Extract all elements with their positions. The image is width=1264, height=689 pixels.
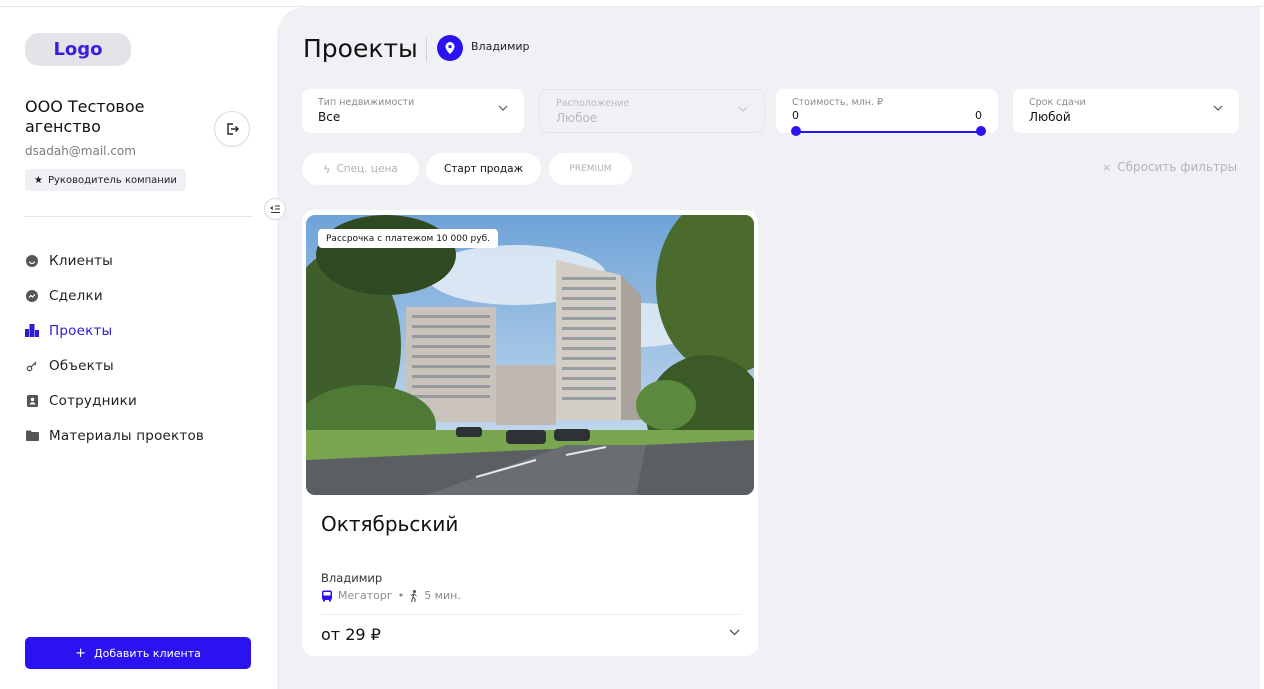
sale-start-chip[interactable]: Старт продаж bbox=[426, 153, 541, 185]
property-type-filter[interactable]: Тип недвижимости Все bbox=[302, 89, 524, 133]
add-client-button[interactable]: + Добавить клиента bbox=[25, 637, 251, 669]
agency-name: ООО Тестовое агенство bbox=[25, 97, 145, 136]
sidebar-item-label: Сделки bbox=[49, 287, 103, 304]
dot-separator: • bbox=[397, 589, 405, 602]
page-title: Проекты bbox=[303, 34, 418, 63]
clients-icon bbox=[25, 254, 39, 268]
chip-label: PREMIUM bbox=[569, 164, 612, 174]
price-filter[interactable]: Стоимость, млн. ₽ 0 0 bbox=[776, 89, 998, 136]
user-email: dsadah@mail.com bbox=[25, 144, 136, 158]
project-price: от 29 ₽ bbox=[321, 625, 381, 644]
title-divider bbox=[426, 38, 427, 62]
reset-label: Сбросить фильтры bbox=[1117, 160, 1238, 174]
chevron-down-icon[interactable] bbox=[729, 629, 740, 636]
sidebar-item-label: Клиенты bbox=[49, 252, 114, 269]
price-max-handle[interactable] bbox=[976, 126, 986, 136]
sidebar-item-materials[interactable]: Материалы проектов bbox=[25, 418, 265, 453]
lightning-icon: ϟ bbox=[323, 162, 331, 176]
special-price-chip[interactable]: ϟ Спец. цена bbox=[302, 153, 419, 185]
price-min-handle[interactable] bbox=[791, 126, 801, 136]
chip-label: Старт продаж bbox=[443, 163, 524, 175]
sidebar-item-label: Объекты bbox=[49, 357, 114, 374]
location-pin-button[interactable] bbox=[437, 35, 463, 61]
plus-icon: + bbox=[75, 645, 87, 661]
logout-icon bbox=[227, 123, 239, 135]
main-content: Проекты Владимир Тип недвижимости Все Ра… bbox=[277, 7, 1260, 689]
chevron-down-icon bbox=[498, 105, 508, 111]
logout-button[interactable] bbox=[214, 111, 250, 147]
filter-label: Тип недвижимости bbox=[318, 97, 415, 108]
chevron-down-icon bbox=[738, 106, 748, 112]
premium-chip[interactable]: PREMIUM bbox=[549, 153, 632, 185]
project-photo bbox=[306, 215, 754, 495]
sidebar-item-label: Сотрудники bbox=[49, 392, 137, 409]
chip-label: Спец. цена bbox=[336, 163, 398, 175]
project-metro: Мегаторг • 5 мин. bbox=[321, 589, 461, 602]
sidebar-item-label: Материалы проектов bbox=[49, 427, 205, 444]
projects-icon bbox=[25, 324, 39, 338]
collapse-icon bbox=[270, 204, 280, 213]
price-range-values: 0 0 bbox=[792, 109, 982, 122]
badge-icon bbox=[25, 394, 39, 408]
location-filter: Расположение Любое bbox=[539, 89, 765, 133]
filter-label: Срок сдачи bbox=[1029, 97, 1086, 108]
role-label: Руководитель компании bbox=[47, 174, 177, 186]
add-client-label: Добавить клиента bbox=[94, 646, 201, 660]
walking-icon bbox=[410, 589, 418, 602]
reset-filters-button[interactable]: × Сбросить фильтры bbox=[1102, 160, 1237, 174]
deals-icon bbox=[25, 289, 39, 303]
card-divider bbox=[321, 614, 742, 615]
project-city: Владимир bbox=[321, 571, 383, 585]
price-min: 0 bbox=[792, 109, 799, 122]
star-icon: ★ bbox=[34, 174, 43, 186]
filter-label: Стоимость, млн. ₽ bbox=[792, 97, 884, 108]
collapse-sidebar-button[interactable] bbox=[264, 198, 286, 220]
logo[interactable]: Logo bbox=[25, 33, 131, 66]
sidebar: Logo ООО Тестовое агенство dsadah@mail.c… bbox=[0, 7, 277, 689]
project-image bbox=[306, 215, 754, 495]
filter-value: Любое bbox=[556, 111, 598, 125]
chevron-down-icon bbox=[1213, 105, 1223, 111]
sidebar-item-employees[interactable]: Сотрудники bbox=[25, 383, 265, 418]
sidebar-nav: Клиенты Сделки Проекты Объекты Сотрудник… bbox=[25, 243, 265, 453]
walk-time: 5 мин. bbox=[424, 589, 461, 602]
sidebar-divider bbox=[25, 216, 253, 217]
city-selector[interactable]: Владимир bbox=[471, 40, 530, 53]
project-title[interactable]: Октябрьский bbox=[321, 512, 458, 536]
filter-value: Все bbox=[318, 110, 341, 124]
price-max: 0 bbox=[975, 109, 982, 122]
key-icon bbox=[25, 359, 39, 373]
sidebar-item-deals[interactable]: Сделки bbox=[25, 278, 265, 313]
price-range-track bbox=[795, 131, 981, 133]
filter-value: Любой bbox=[1029, 110, 1071, 124]
sidebar-item-projects[interactable]: Проекты bbox=[25, 313, 265, 348]
sidebar-item-clients[interactable]: Клиенты bbox=[25, 243, 265, 278]
role-badge: ★ Руководитель компании bbox=[25, 169, 186, 191]
sidebar-item-label: Проекты bbox=[49, 322, 113, 339]
close-icon: × bbox=[1102, 160, 1112, 174]
bus-icon bbox=[322, 590, 332, 601]
deadline-filter[interactable]: Срок сдачи Любой bbox=[1013, 89, 1239, 133]
installment-badge: Рассрочка с платежом 10 000 руб. bbox=[318, 229, 498, 248]
project-card[interactable]: Рассрочка с платежом 10 000 руб. Октябрь… bbox=[302, 210, 758, 656]
folder-icon bbox=[25, 429, 39, 443]
location-pin-icon bbox=[445, 42, 455, 54]
sidebar-item-objects[interactable]: Объекты bbox=[25, 348, 265, 383]
metro-name: Мегаторг bbox=[338, 589, 393, 602]
filter-label: Расположение bbox=[556, 98, 630, 109]
